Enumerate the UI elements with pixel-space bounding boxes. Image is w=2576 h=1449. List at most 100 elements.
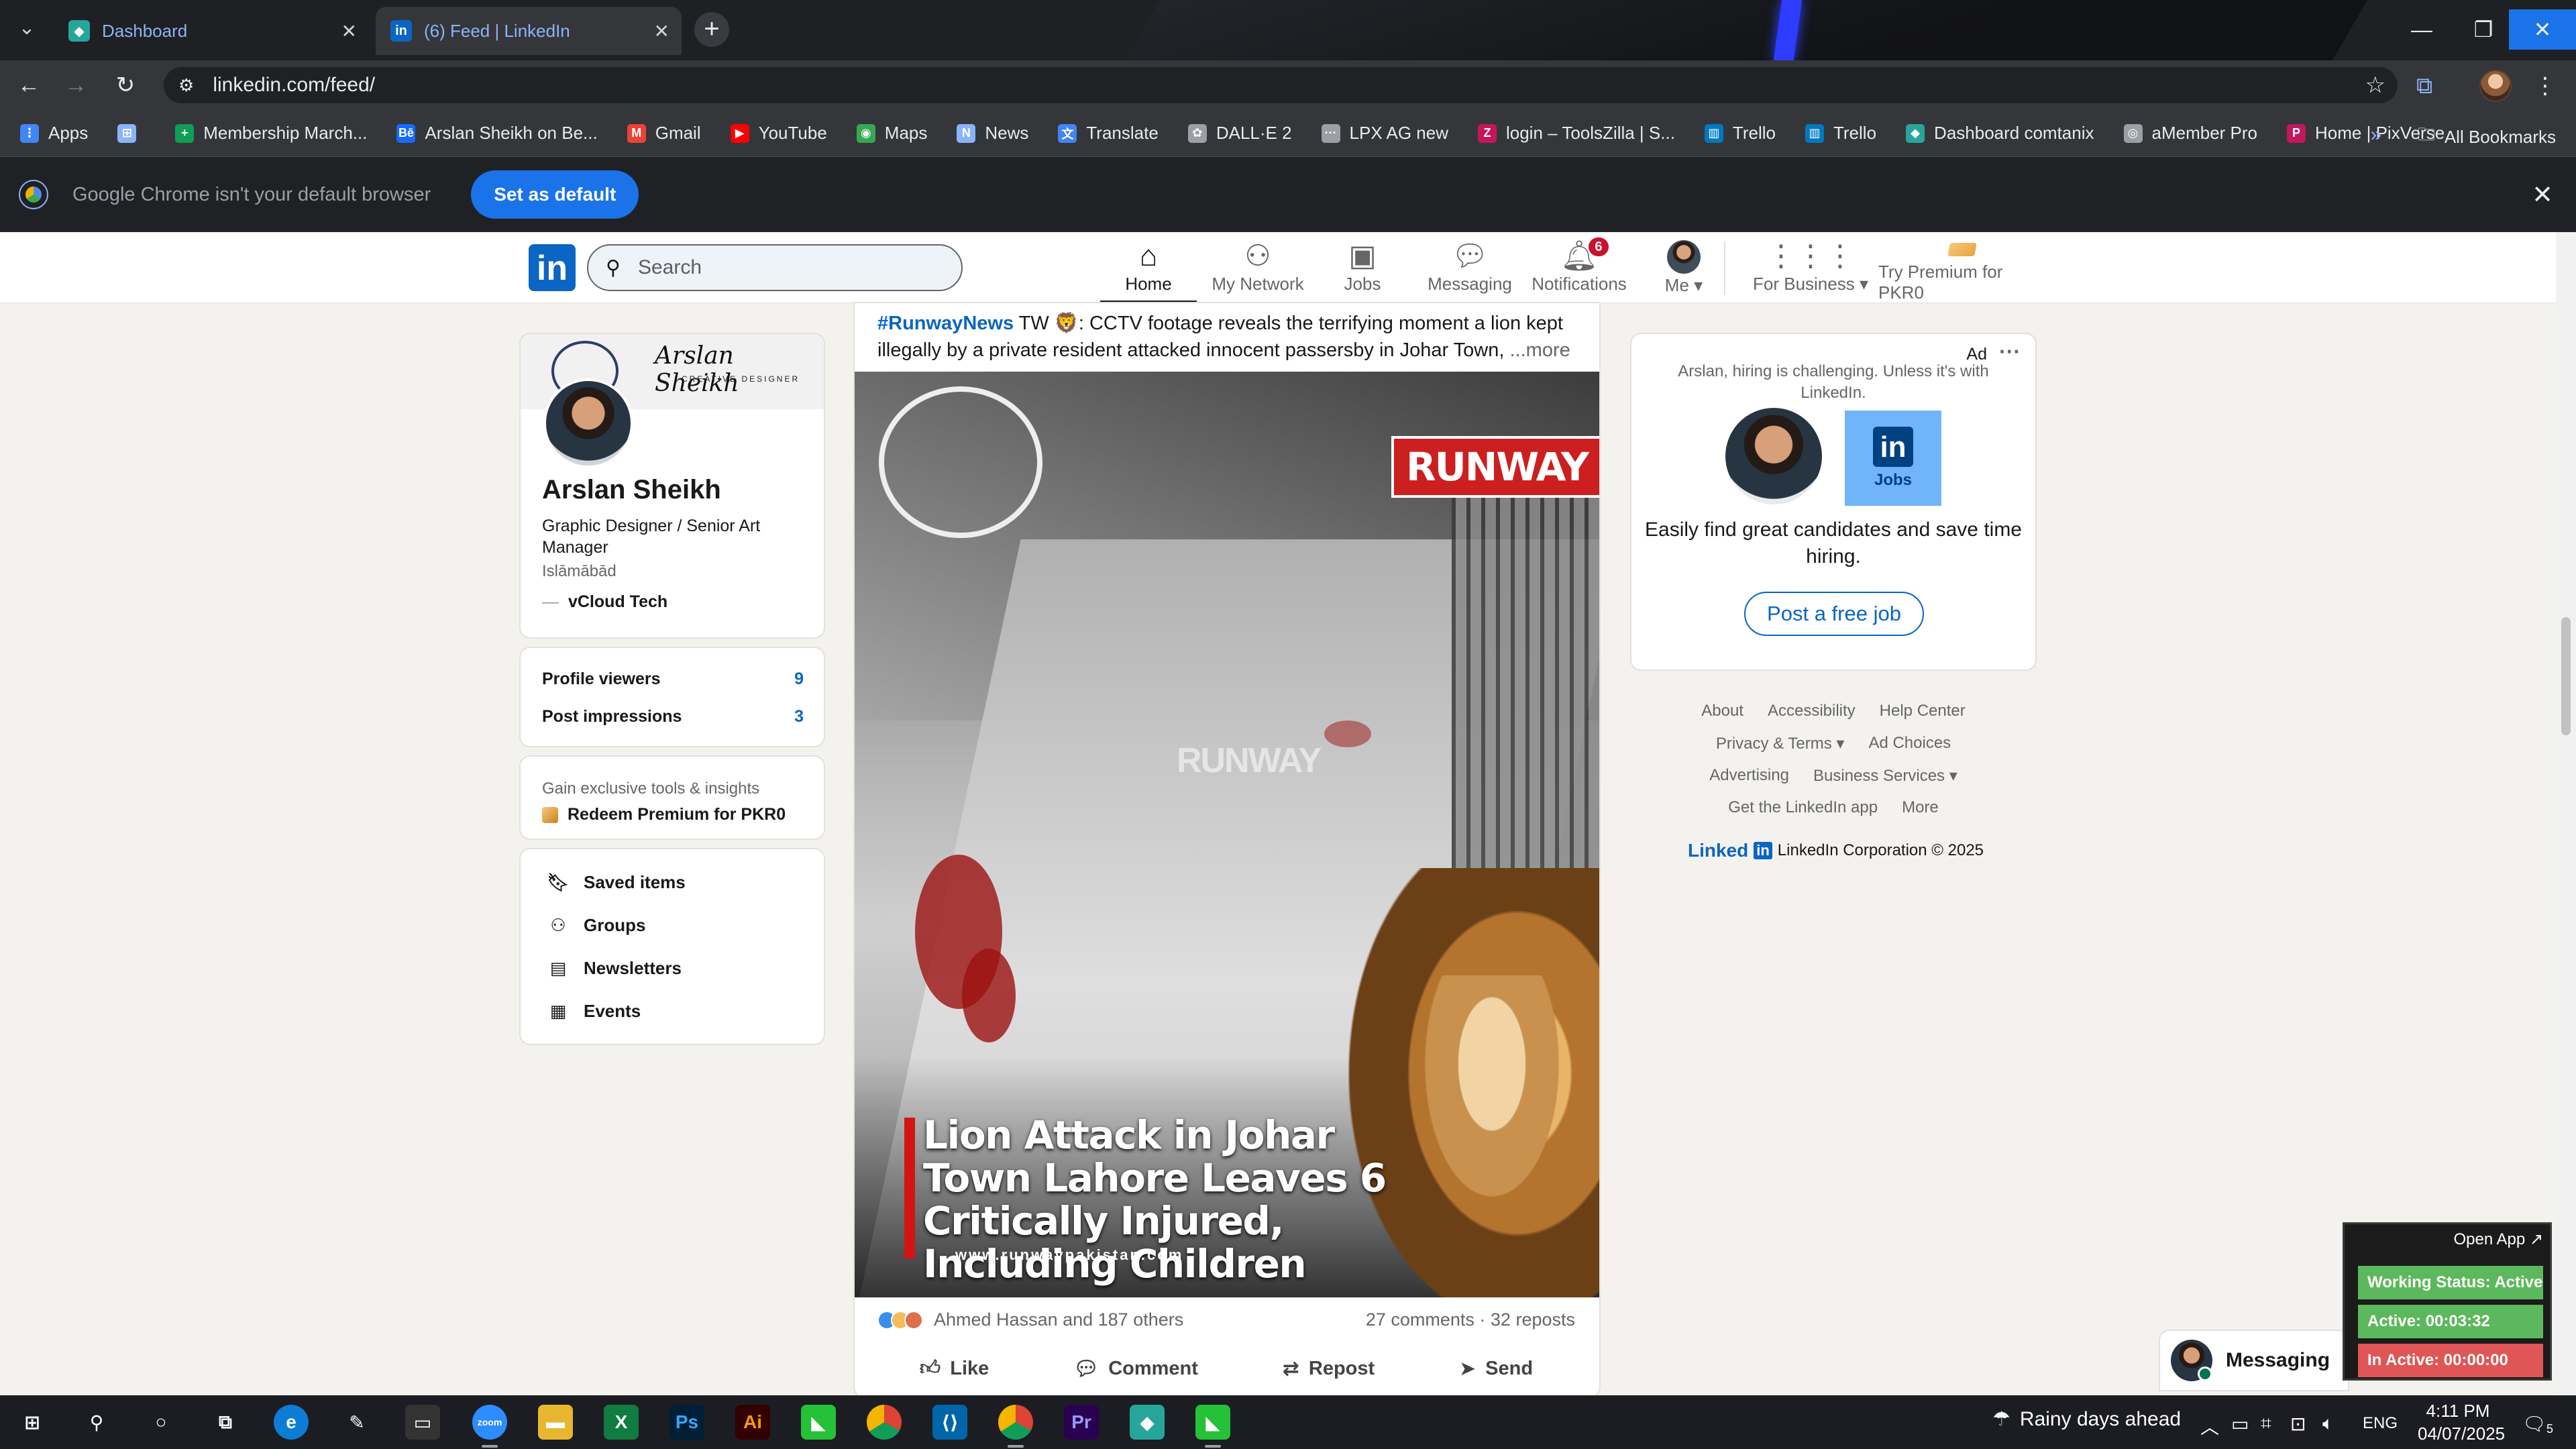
comment-button[interactable]: 💬︎ Comment — [1073, 1356, 1198, 1381]
nav-home[interactable]: ⌂ Home — [1100, 239, 1197, 303]
vscode-icon[interactable]: ⟨⟩ — [932, 1405, 967, 1440]
green-app-icon[interactable]: ◣ — [801, 1405, 836, 1440]
photoshop-icon[interactable]: Ps — [669, 1405, 704, 1440]
redeem-premium-link[interactable]: Redeem Premium for PKR0 — [542, 805, 786, 824]
set-as-default-button[interactable]: Set as default — [471, 170, 639, 219]
tab-linkedin-feed[interactable]: in (6) Feed | LinkedIn ✕ — [376, 7, 682, 55]
nav-jobs[interactable]: ▣ Jobs — [1326, 239, 1399, 303]
premiere-icon[interactable]: Pr — [1064, 1405, 1099, 1440]
all-bookmarks-button[interactable]: 🗀 All Bookmarks — [2418, 122, 2556, 152]
bookmark-item[interactable]: ✿ DALL·E 2 — [1187, 123, 1292, 144]
bookmarks-overflow-icon[interactable]: » — [2370, 123, 2381, 146]
tray-app-icon[interactable]: ⌗ — [2261, 1413, 2271, 1435]
footer-link-advertising[interactable]: Advertising — [1709, 766, 1789, 785]
tab-close-icon[interactable]: ✕ — [341, 20, 357, 42]
chrome-active-icon[interactable] — [998, 1405, 1033, 1448]
terminal-icon[interactable]: ▭ — [405, 1405, 440, 1440]
nav-notifications[interactable]: 🔔︎ 6 Notifications — [1529, 237, 1629, 303]
bookmark-item[interactable]: ▥ Trello — [1704, 123, 1776, 144]
video-play-ring[interactable] — [879, 386, 1042, 538]
bookmark-item[interactable]: N News — [957, 123, 1028, 144]
bookmark-item[interactable]: Bē Arslan Sheikh on Be... — [396, 123, 598, 144]
zoom-icon[interactable]: zoom — [472, 1405, 507, 1448]
excel-icon[interactable]: X — [604, 1405, 639, 1440]
tab-dashboard[interactable]: ◆ Dashboard ✕ — [54, 7, 369, 55]
bookmark-item[interactable]: 文 Translate — [1058, 123, 1159, 144]
chrome-icon[interactable] — [867, 1405, 902, 1440]
edge-icon[interactable]: e — [274, 1405, 309, 1440]
bookmark-item[interactable]: ▥ Trello — [1805, 123, 1876, 144]
messaging-overlay-button[interactable]: Messaging — [2160, 1331, 2348, 1390]
notification-center-icon[interactable]: 🗨︎ — [2522, 1413, 2546, 1435]
bookmark-item[interactable]: + Membership March... — [175, 123, 367, 144]
footer-link-help-center[interactable]: Help Center — [1880, 702, 1966, 720]
bookmark-item[interactable]: ⊞ — [117, 123, 146, 143]
comtanix-icon[interactable]: ◆ — [1130, 1405, 1165, 1440]
footer-link-privacy[interactable]: Privacy & Terms ▾ — [1716, 734, 1845, 753]
see-more-link[interactable]: ...more — [1510, 339, 1570, 361]
scrollbar-thumb[interactable] — [2561, 617, 2571, 735]
nav-try-premium[interactable]: Try Premium for PKR0 — [1878, 239, 2046, 303]
post-hashtag[interactable]: #RunwayNews — [877, 313, 1014, 334]
post-free-job-button[interactable]: Post a free job — [1744, 592, 1924, 636]
open-app-button[interactable]: Open App ↗ — [2453, 1230, 2543, 1249]
nav-my-network[interactable]: ⚇ My Network — [1208, 239, 1308, 303]
volume-icon[interactable]: 🔈︎ — [2322, 1413, 2334, 1435]
send-button[interactable]: ➤ Send — [1459, 1356, 1533, 1381]
task-view-icon[interactable]: ⧉ — [208, 1405, 243, 1440]
windows-start-icon[interactable]: ⊞ — [15, 1405, 50, 1440]
bookmark-item[interactable]: ◎ aMember Pro — [2123, 123, 2257, 144]
bookmark-item[interactable]: Zlogin – ToolsZilla | S... — [1477, 123, 1675, 144]
reload-button[interactable]: ↻ — [109, 68, 142, 102]
omnibox[interactable]: ⚙ linkedin.com/feed/ ☆ — [164, 67, 2398, 103]
post-video[interactable]: RUNWAY RUNWAY Lion Attack in Johar Town … — [855, 372, 1599, 1297]
bookmark-item[interactable]: M Gmail — [627, 123, 701, 144]
profile-name[interactable]: Arslan Sheikh — [542, 475, 721, 505]
page-scrollbar[interactable] — [2556, 232, 2576, 1395]
restore-button[interactable]: ❐ — [2450, 9, 2517, 50]
profile-company[interactable]: — vCloud Tech — [542, 592, 667, 612]
nav-messaging[interactable]: 💬︎ Messaging — [1426, 239, 1513, 303]
language-indicator[interactable]: ENG — [2363, 1414, 2398, 1433]
bookmark-star-icon[interactable]: ☆ — [2365, 72, 2385, 99]
sidebar-item-saved-items[interactable]: 🔖︎ Saved items — [545, 872, 685, 893]
url-text[interactable]: linkedin.com/feed/ — [213, 74, 375, 97]
infobar-close-icon[interactable]: ✕ — [2532, 180, 2553, 210]
tray-overflow-icon[interactable]: ︿ — [2200, 1413, 2219, 1440]
footer-link-accessibility[interactable]: Accessibility — [1768, 702, 1856, 720]
linkedin-logo-icon[interactable]: in — [529, 244, 576, 291]
stat-profile-viewers[interactable]: Profile viewers 9 — [542, 669, 804, 689]
file-explorer-icon[interactable]: ▬ — [538, 1405, 573, 1440]
footer-link-more[interactable]: More — [1902, 798, 1939, 817]
like-button[interactable]: 👍︎ Like — [920, 1356, 989, 1381]
site-info-icon[interactable]: ⚙ — [178, 75, 194, 96]
minimize-button[interactable]: — — [2388, 9, 2455, 50]
footer-link-ad-choices[interactable]: Ad Choices — [1868, 734, 1951, 753]
stat-post-impressions[interactable]: Post impressions 3 — [542, 707, 804, 727]
comments-reposts-count[interactable]: 27 comments · 32 reposts — [1366, 1309, 1575, 1330]
taskbar-clock[interactable]: 4:11 PM 04/07/2025 — [2418, 1399, 2505, 1445]
nav-me[interactable]: Me ▾ — [1650, 239, 1717, 303]
sidebar-item-newsletters[interactable]: ▤ Newsletters — [545, 958, 682, 979]
new-tab-button[interactable]: + — [694, 12, 729, 47]
green-app-icon[interactable]: ◣ — [1195, 1405, 1230, 1448]
chrome-menu-icon[interactable]: ⋮ — [2529, 70, 2561, 102]
bookmark-item[interactable]: ◆ Dashboard comtanix — [1906, 123, 2094, 144]
bookmark-item[interactable]: ▶ YouTube — [730, 123, 827, 144]
search-icon[interactable]: ⚲ — [79, 1405, 114, 1440]
bookmark-item[interactable]: ⋮ Apps — [20, 123, 88, 144]
forward-button[interactable]: → — [59, 68, 93, 102]
footer-link-business-services[interactable]: Business Services ▾ — [1813, 766, 1957, 786]
network-icon[interactable]: ⊡ — [2290, 1413, 2306, 1435]
repost-button[interactable]: ⇄ Repost — [1283, 1356, 1375, 1381]
window-close-button[interactable]: ✕ — [2509, 9, 2576, 50]
bookmark-item[interactable]: ··· LPX AG new — [1321, 123, 1448, 144]
search-input[interactable]: ⚲ Search — [587, 244, 963, 291]
sidebar-item-events[interactable]: ▦ Events — [545, 1001, 641, 1022]
tab-search-chevron-icon[interactable]: ⌄ — [13, 15, 40, 42]
meet-now-icon[interactable]: ▭ — [2231, 1413, 2249, 1435]
profile-avatar[interactable] — [543, 378, 633, 468]
sidebar-item-groups[interactable]: ⚇ Groups — [545, 915, 645, 936]
tab-close-icon[interactable]: ✕ — [654, 20, 669, 42]
chrome-profile-avatar[interactable] — [2479, 70, 2512, 102]
